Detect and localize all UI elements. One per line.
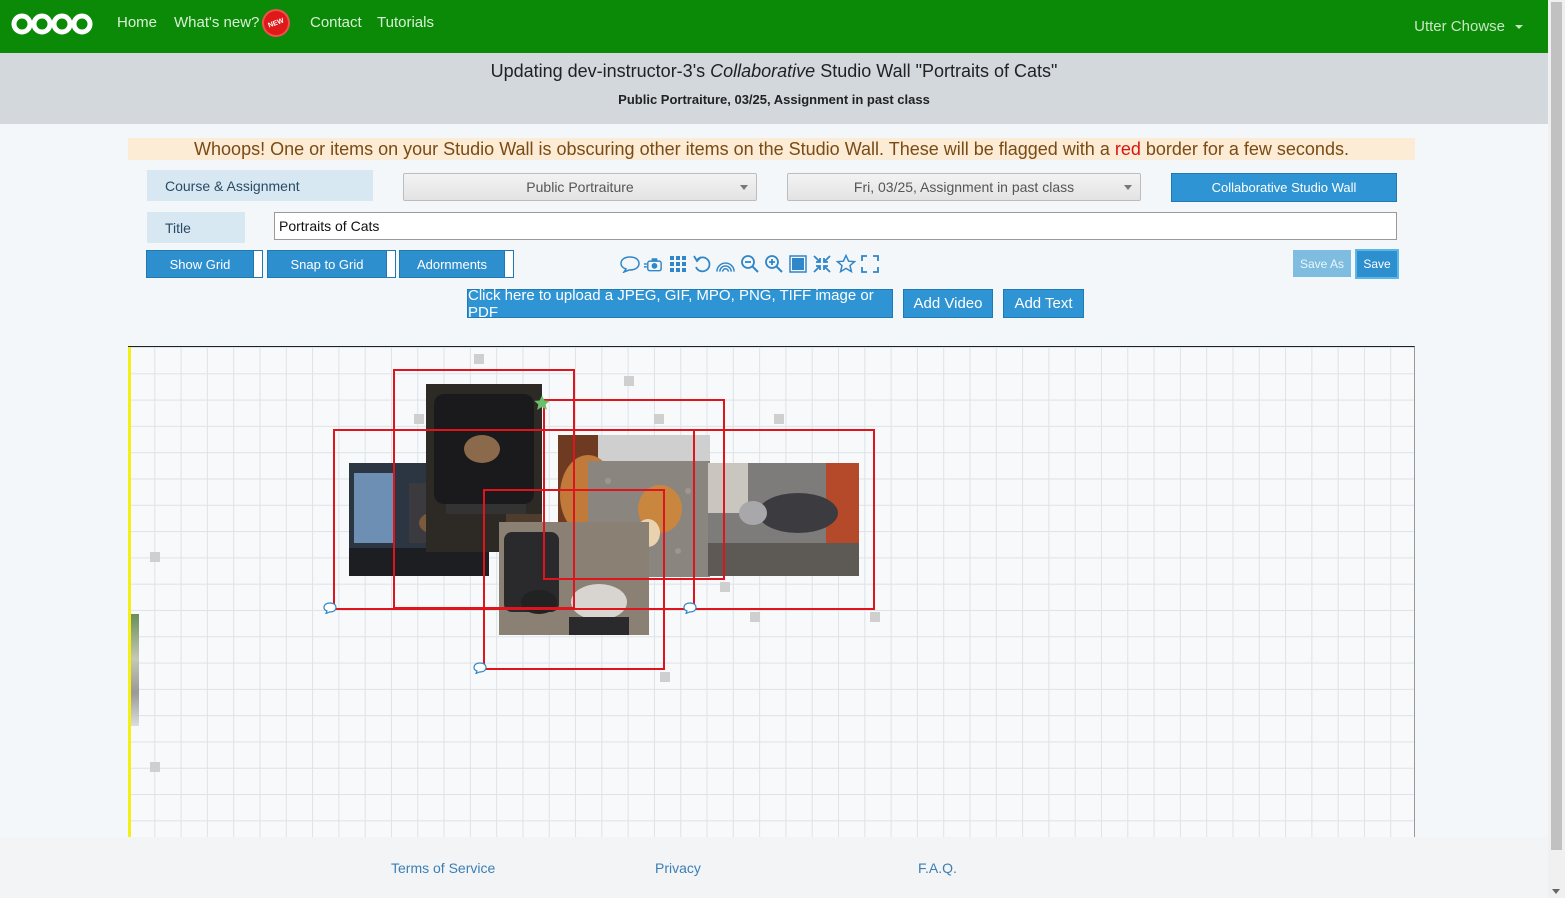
show-grid-label: Show Grid (169, 256, 231, 272)
user-menu[interactable]: Utter Chowse (1414, 18, 1523, 35)
resize-handle[interactable] (870, 612, 880, 622)
collapse-icon[interactable] (811, 253, 832, 275)
top-navbar: Home What's new? NEW Contact Tutorials U… (0, 0, 1548, 53)
canvas-edge-marker (128, 347, 131, 837)
page-header: Updating dev-instructor-3's Collaborativ… (0, 53, 1548, 124)
warning-text-end: border for a few seconds. (1140, 139, 1349, 159)
dropdown-arrow-icon (1124, 185, 1132, 190)
title-suffix: Studio Wall "Portraits of Cats" (815, 61, 1058, 81)
snap-to-grid-toggle[interactable]: Snap to Grid (267, 250, 396, 278)
toggle-knob (386, 251, 395, 277)
terms-of-service-link[interactable]: Terms of Service (391, 860, 495, 876)
comment-bubble-icon[interactable] (683, 602, 697, 614)
course-select-value: Public Portraiture (526, 179, 634, 195)
nav-home-link[interactable]: Home (117, 14, 157, 31)
overlap-flag-frame (693, 429, 875, 610)
resize-handle[interactable] (150, 552, 160, 562)
comment-icon[interactable] (619, 253, 640, 275)
resize-handle[interactable] (750, 612, 760, 622)
star-adornment-icon[interactable] (533, 394, 551, 412)
zoom-in-icon[interactable] (763, 253, 784, 275)
overlap-warning: Whoops! One or items on your Studio Wall… (128, 138, 1415, 160)
new-badge: NEW (258, 5, 294, 41)
adornments-label: Adornments (416, 256, 488, 272)
resize-handle[interactable] (660, 672, 670, 682)
camera-move-icon[interactable] (643, 253, 664, 275)
resize-handle[interactable] (624, 376, 634, 386)
save-button[interactable]: Save (1355, 249, 1399, 279)
nav-whats-new-link[interactable]: What's new? (174, 14, 259, 31)
offscreen-photo-edge[interactable] (131, 614, 139, 726)
page-scrollbar[interactable] (1548, 0, 1565, 898)
zoom-out-icon[interactable] (739, 253, 760, 275)
course-assignment-label: Course & Assignment (147, 170, 373, 201)
save-as-button[interactable]: Save As (1293, 250, 1351, 277)
comment-bubble-icon[interactable] (473, 662, 487, 674)
oooo-logo[interactable] (10, 10, 96, 38)
toggle-knob (504, 251, 513, 277)
resize-handle[interactable] (474, 354, 484, 364)
page-subtitle: Public Portraiture, 03/25, Assignment in… (618, 92, 930, 107)
assignment-select-value: Fri, 03/25, Assignment in past class (853, 179, 1075, 195)
studio-wall-canvas[interactable] (128, 346, 1415, 837)
grid-arrange-icon[interactable] (667, 253, 688, 275)
title-input[interactable] (274, 212, 1397, 240)
snap-to-grid-label: Snap to Grid (290, 256, 364, 272)
faq-link[interactable]: F.A.Q. (918, 860, 957, 876)
privacy-link[interactable]: Privacy (655, 860, 701, 876)
dropdown-arrow-icon (740, 185, 748, 190)
overlap-flag-frame (483, 489, 665, 670)
page-footer: Terms of Service Privacy F.A.Q. (0, 837, 1548, 898)
title-italic: Collaborative (710, 61, 816, 81)
star-icon[interactable] (835, 253, 856, 275)
upload-image-button[interactable]: Click here to upload a JPEG, GIF, MPO, P… (467, 287, 893, 321)
nav-contact-link[interactable]: Contact (310, 14, 362, 31)
add-video-button[interactable]: Add Video (903, 289, 993, 318)
undo-icon[interactable] (691, 253, 712, 275)
chevron-down-icon (1515, 25, 1523, 30)
comment-bubble-icon[interactable] (323, 602, 337, 614)
rainbow-icon[interactable] (715, 253, 736, 275)
user-name: Utter Chowse (1414, 18, 1505, 35)
add-text-button[interactable]: Add Text (1003, 289, 1084, 318)
page-title: Updating dev-instructor-3's Collaborativ… (0, 61, 1548, 82)
warning-red-word: red (1114, 139, 1141, 159)
scrollbar-thumb[interactable] (1551, 2, 1562, 850)
resize-handle[interactable] (774, 414, 784, 424)
toggle-knob (253, 251, 262, 277)
assignment-select[interactable]: Fri, 03/25, Assignment in past class (787, 173, 1141, 201)
warning-text: Whoops! One or items on your Studio Wall… (194, 139, 1115, 159)
resize-handle[interactable] (150, 762, 160, 772)
title-label: Title (147, 212, 245, 243)
course-select[interactable]: Public Portraiture (403, 173, 757, 201)
title-prefix: Updating dev-instructor-3's (490, 61, 711, 81)
nav-tutorials-link[interactable]: Tutorials (377, 14, 434, 31)
show-grid-toggle[interactable]: Show Grid (146, 250, 263, 278)
wall-tools (619, 253, 880, 275)
square-fill-icon[interactable] (787, 253, 808, 275)
adornments-toggle[interactable]: Adornments (399, 250, 514, 278)
collaborative-studio-wall-button[interactable]: Collaborative Studio Wall (1171, 173, 1397, 202)
fullscreen-icon[interactable] (859, 253, 880, 275)
scroll-down-arrow-icon[interactable] (1552, 889, 1560, 894)
